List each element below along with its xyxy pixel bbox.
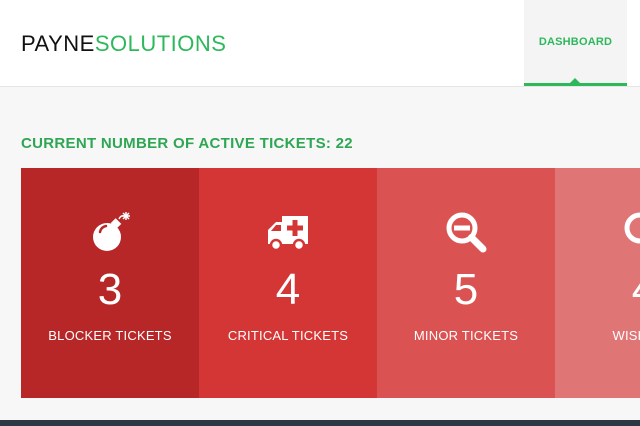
tile-blocker[interactable]: 3 BLOCKER TICKETS (21, 168, 199, 398)
critical-label: CRITICAL TICKETS (227, 328, 349, 343)
search-minus-icon (377, 210, 555, 254)
nav-item-dashboard-label: DASHBOARD (538, 36, 613, 48)
minor-label: MINOR TICKETS (413, 328, 519, 343)
wishlist-count: 4 (555, 264, 640, 316)
nav-item-dashboard[interactable]: DASHBOARD (524, 0, 627, 86)
blocker-label: BLOCKER TICKETS (48, 328, 172, 343)
ambulance-icon (199, 210, 377, 254)
wishlist-label: WISHLIST (612, 328, 640, 343)
footer-bar (0, 420, 640, 426)
logo[interactable]: PAYNESOLUTIONS (21, 31, 226, 57)
ticket-tiles: 3 BLOCKER TICKETS 4 CRITICAL TICKETS 5 M… (21, 168, 640, 398)
minor-count: 5 (453, 265, 479, 314)
active-underline (524, 83, 627, 86)
active-tickets-heading: CURRENT NUMBER OF ACTIVE TICKETS: 22 (21, 135, 353, 152)
tile-minor[interactable]: 5 MINOR TICKETS (377, 168, 555, 398)
top-header: PAYNESOLUTIONS DASHBOARD (0, 0, 640, 87)
logo-part-payne: PAYNE (21, 31, 95, 56)
tile-wishlist[interactable]: 4 WISHLIST (555, 168, 640, 398)
blocker-count: 3 (97, 265, 123, 314)
bomb-icon (21, 210, 199, 254)
logo-part-solutions: SOLUTIONS (94, 31, 227, 56)
critical-count: 4 (275, 265, 301, 314)
search-icon (555, 210, 640, 254)
tile-critical[interactable]: 4 CRITICAL TICKETS (199, 168, 377, 398)
